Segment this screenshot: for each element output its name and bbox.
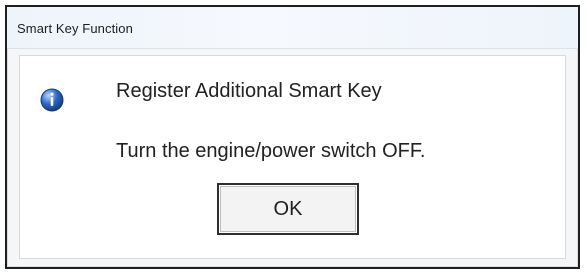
dialog-message: Turn the engine/power switch OFF.: [116, 140, 426, 162]
dialog-title: Smart Key Function: [17, 21, 133, 36]
smart-key-function-dialog: Smart Key Function Register Additional S…: [5, 5, 580, 269]
ok-button[interactable]: OK: [217, 183, 359, 235]
dialog-content: Register Additional Smart Key Turn the e…: [19, 55, 566, 259]
dialog-heading: Register Additional Smart Key: [116, 80, 382, 102]
title-bar: Smart Key Function: [7, 7, 578, 49]
info-icon: [40, 88, 64, 112]
